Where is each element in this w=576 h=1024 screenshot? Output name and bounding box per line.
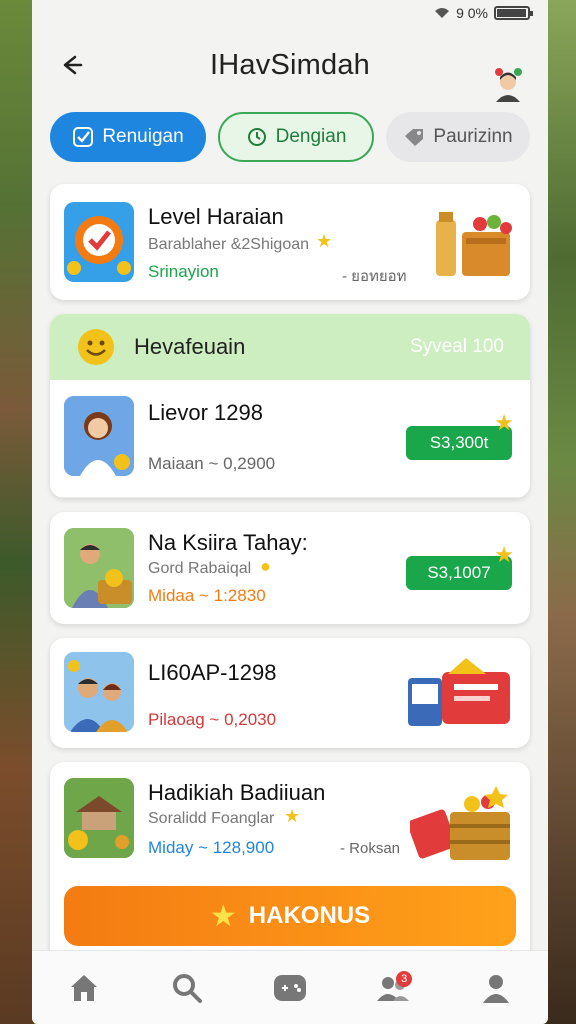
status-bar: 9 0% bbox=[32, 0, 548, 26]
item-name: Hadikiah Badiiuan bbox=[148, 780, 326, 805]
wifi-icon bbox=[435, 8, 450, 18]
man-cooking-icon bbox=[64, 528, 134, 608]
featured-card[interactable]: Level Haraian Barablaher &2Shigoan ★ Sri… bbox=[50, 184, 530, 300]
battery-icon bbox=[494, 6, 533, 20]
bonus-label: HAKONUS bbox=[248, 902, 371, 929]
nav-search[interactable] bbox=[162, 963, 212, 1013]
list-item[interactable]: Na Ksiira Tahay: Gord Rabaiqal ● Midaa ~… bbox=[50, 512, 530, 624]
grocery-basket-icon bbox=[436, 212, 512, 276]
bonus-button[interactable]: ★ HAKONUS bbox=[64, 886, 516, 946]
item-name: Na Ksiira Tahay: bbox=[148, 530, 308, 555]
main-content: Level Haraian Barablaher &2Shigoan ★ Sri… bbox=[32, 172, 548, 950]
smiley-icon bbox=[78, 329, 114, 365]
tab-label: Paurizinn bbox=[433, 126, 513, 147]
app-screen: 9 0% IHavSimdah Renuigan Dengian Paurizi… bbox=[32, 0, 548, 1024]
featured-subtitle: Barablaher &2Shigoan bbox=[148, 236, 310, 253]
item-meta: Maiaan ~ 0,2900 bbox=[148, 454, 276, 473]
tab-dengian[interactable]: Dengian bbox=[218, 112, 374, 162]
home-icon bbox=[70, 974, 97, 1001]
tag-icon bbox=[405, 129, 424, 146]
item-subtitle: Gord Rabaiqal bbox=[148, 560, 252, 577]
family-icon bbox=[64, 652, 134, 732]
star-icon: ★ bbox=[316, 231, 333, 251]
list-item[interactable]: Lievor 1298 Maiaan ~ 0,2900 S3,300t ★ bbox=[50, 380, 530, 498]
star-icon: ★ bbox=[494, 410, 514, 435]
status-text: 9 0% bbox=[456, 5, 488, 21]
featured-meta-right: - ยอทยอท bbox=[342, 268, 407, 285]
list-item[interactable]: LI60AP-1298 Pilaoag ~ 0,2030 bbox=[50, 638, 530, 748]
item-thumbnail bbox=[64, 528, 134, 608]
item-name: LI60AP-1298 bbox=[148, 660, 277, 685]
section-count: Syveal 100 bbox=[409, 336, 504, 357]
nav-games[interactable] bbox=[265, 963, 315, 1013]
tab-label: Renuigan bbox=[102, 126, 184, 147]
clock-icon bbox=[247, 128, 266, 146]
tab-renuigan[interactable]: Renuigan bbox=[50, 112, 206, 162]
star-icon: ★ bbox=[284, 806, 301, 826]
section-header[interactable]: Hevafeuain Syveal 100 bbox=[50, 314, 530, 380]
check-icon bbox=[73, 127, 94, 147]
bottom-nav: 3 bbox=[32, 950, 548, 1024]
background-left bbox=[0, 0, 34, 1024]
page-title: IHavSimdah bbox=[210, 48, 370, 81]
featured-name: Level Haraian bbox=[148, 204, 284, 229]
background-right bbox=[546, 0, 576, 1024]
item-thumbnail bbox=[64, 652, 134, 732]
user-icon bbox=[483, 974, 510, 1003]
notification-badge: 3 bbox=[396, 970, 413, 987]
house-food-icon bbox=[64, 778, 134, 858]
item-subtitle: Soralidd Foanglar bbox=[148, 810, 275, 827]
back-arrow-icon bbox=[63, 55, 83, 75]
star-icon: ★ bbox=[209, 899, 237, 933]
woman-avatar-icon bbox=[64, 396, 134, 476]
gift-cards-icon bbox=[408, 658, 510, 726]
gamepad-icon bbox=[273, 974, 306, 1001]
featured-meta: Srinayion bbox=[148, 262, 219, 281]
tab-paurizinn[interactable]: Paurizinn bbox=[386, 112, 530, 162]
filter-tabs: Renuigan Dengian Paurizinn bbox=[32, 112, 548, 164]
search-icon bbox=[172, 973, 202, 1003]
app-header: IHavSimdah bbox=[32, 26, 548, 104]
gift-crate-icon bbox=[410, 786, 510, 860]
item-meta-right: - Roksan bbox=[340, 840, 401, 857]
avatar-icon bbox=[495, 68, 522, 102]
section-title: Hevafeuain bbox=[134, 334, 246, 359]
nav-messages[interactable]: 3 bbox=[368, 963, 418, 1013]
featured-thumbnail bbox=[64, 202, 134, 282]
item-meta: Midaa ~ 1:2830 bbox=[148, 586, 266, 605]
nav-profile[interactable] bbox=[471, 963, 521, 1013]
item-thumbnail bbox=[64, 778, 134, 858]
list-item[interactable]: Hadikiah Badiiuan Soralidd Foanglar ★ Mi… bbox=[50, 762, 530, 950]
section-card: Hevafeuain Syveal 100 Lievor 1298 Maiaan… bbox=[50, 314, 530, 498]
item-meta: Miday ~ 128,900 bbox=[148, 838, 275, 857]
star-icon: ★ bbox=[494, 542, 514, 567]
item-thumbnail bbox=[64, 396, 134, 476]
nav-home[interactable] bbox=[59, 963, 109, 1013]
profile-avatar-button[interactable] bbox=[490, 66, 526, 102]
item-name: Lievor 1298 bbox=[148, 400, 263, 425]
coin-icon: ● bbox=[260, 556, 271, 576]
target-badge-icon bbox=[67, 216, 131, 275]
back-button[interactable] bbox=[56, 50, 86, 80]
tab-label: Dengian bbox=[275, 126, 347, 147]
item-meta: Pilaoag ~ 0,2030 bbox=[148, 710, 277, 729]
